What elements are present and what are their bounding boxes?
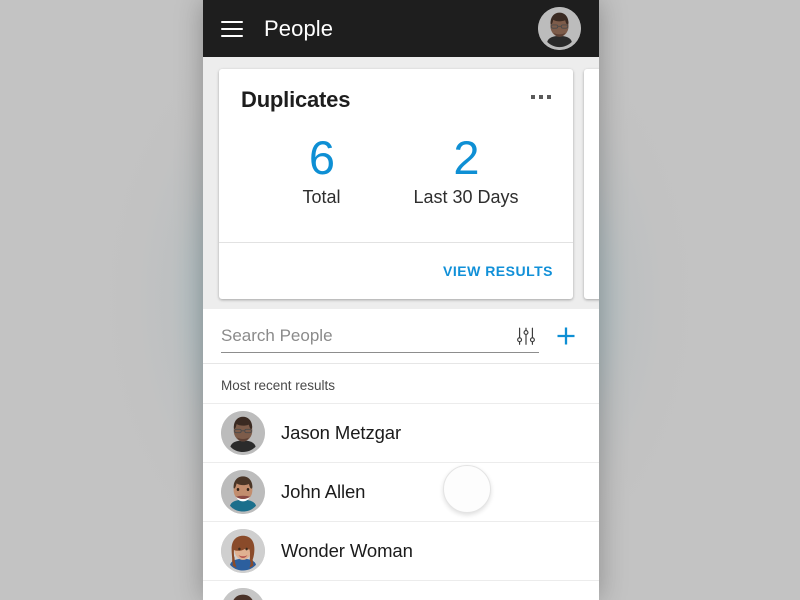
list-item[interactable]: Wonder Woman: [203, 521, 599, 580]
stat-label: Total: [302, 186, 341, 207]
avatar-portrait-icon: [221, 411, 265, 455]
avatar-portrait-icon: [223, 588, 263, 600]
avatar-portrait-icon: [221, 470, 265, 514]
avatar[interactable]: [538, 7, 581, 50]
list-item[interactable]: Lil Debi: [203, 580, 599, 600]
app-bar: People: [203, 0, 599, 57]
avatar: [221, 529, 265, 573]
stat-total: 6 Total: [251, 134, 391, 208]
avatar-portrait-icon: [221, 529, 265, 573]
card-title: Duplicates: [241, 87, 351, 112]
search-field: [221, 320, 539, 353]
list-item-name: John Allen: [281, 481, 366, 502]
stat-label: Last 30 Days: [413, 186, 519, 207]
people-list[interactable]: Most recent results Jason Metzgar John A…: [203, 364, 599, 600]
screenshot-canvas: People Duplicates 6 Total 2 Last 30 Days…: [0, 0, 800, 600]
add-person-button[interactable]: [547, 317, 585, 355]
search-input[interactable]: [221, 322, 515, 349]
hamburger-menu-icon[interactable]: [221, 20, 243, 37]
kebab-dot: [531, 95, 535, 99]
hamburger-line: [221, 34, 243, 37]
avatar-portrait-icon: [538, 7, 581, 50]
list-item-name: Jason Metzgar: [281, 422, 402, 443]
avatar: [221, 470, 265, 514]
card-header: Duplicates: [219, 69, 573, 111]
stat-last-30-days: 2 Last 30 Days: [391, 134, 540, 208]
card-stats: 6 Total 2 Last 30 Days: [219, 111, 573, 242]
list-item[interactable]: Jason Metzgar: [203, 403, 599, 462]
avatar: [221, 588, 265, 600]
card-carousel[interactable]: Duplicates 6 Total 2 Last 30 Days VIEW R…: [203, 57, 599, 309]
next-card-peek[interactable]: [584, 69, 599, 299]
duplicates-card: Duplicates 6 Total 2 Last 30 Days VIEW R…: [219, 69, 573, 299]
tune-sliders-icon[interactable]: [515, 325, 537, 347]
list-caption: Most recent results: [221, 378, 336, 393]
kebab-dot: [547, 95, 551, 99]
stat-value: 6: [308, 130, 335, 184]
card-actions: VIEW RESULTS: [219, 242, 573, 299]
list-item[interactable]: John Allen: [203, 462, 599, 521]
kebab-dot: [539, 95, 543, 99]
hamburger-line: [221, 20, 243, 23]
stat-value: 2: [453, 130, 479, 184]
list-item-name: Wonder Woman: [281, 540, 413, 561]
plus-icon: [557, 327, 575, 345]
hamburger-line: [221, 27, 243, 30]
view-results-button[interactable]: VIEW RESULTS: [441, 257, 555, 285]
page-title: People: [264, 15, 334, 41]
search-bar: [203, 309, 599, 364]
phone-viewport: People Duplicates 6 Total 2 Last 30 Days…: [203, 0, 599, 600]
avatar: [221, 411, 265, 455]
more-options-icon[interactable]: [529, 89, 553, 105]
